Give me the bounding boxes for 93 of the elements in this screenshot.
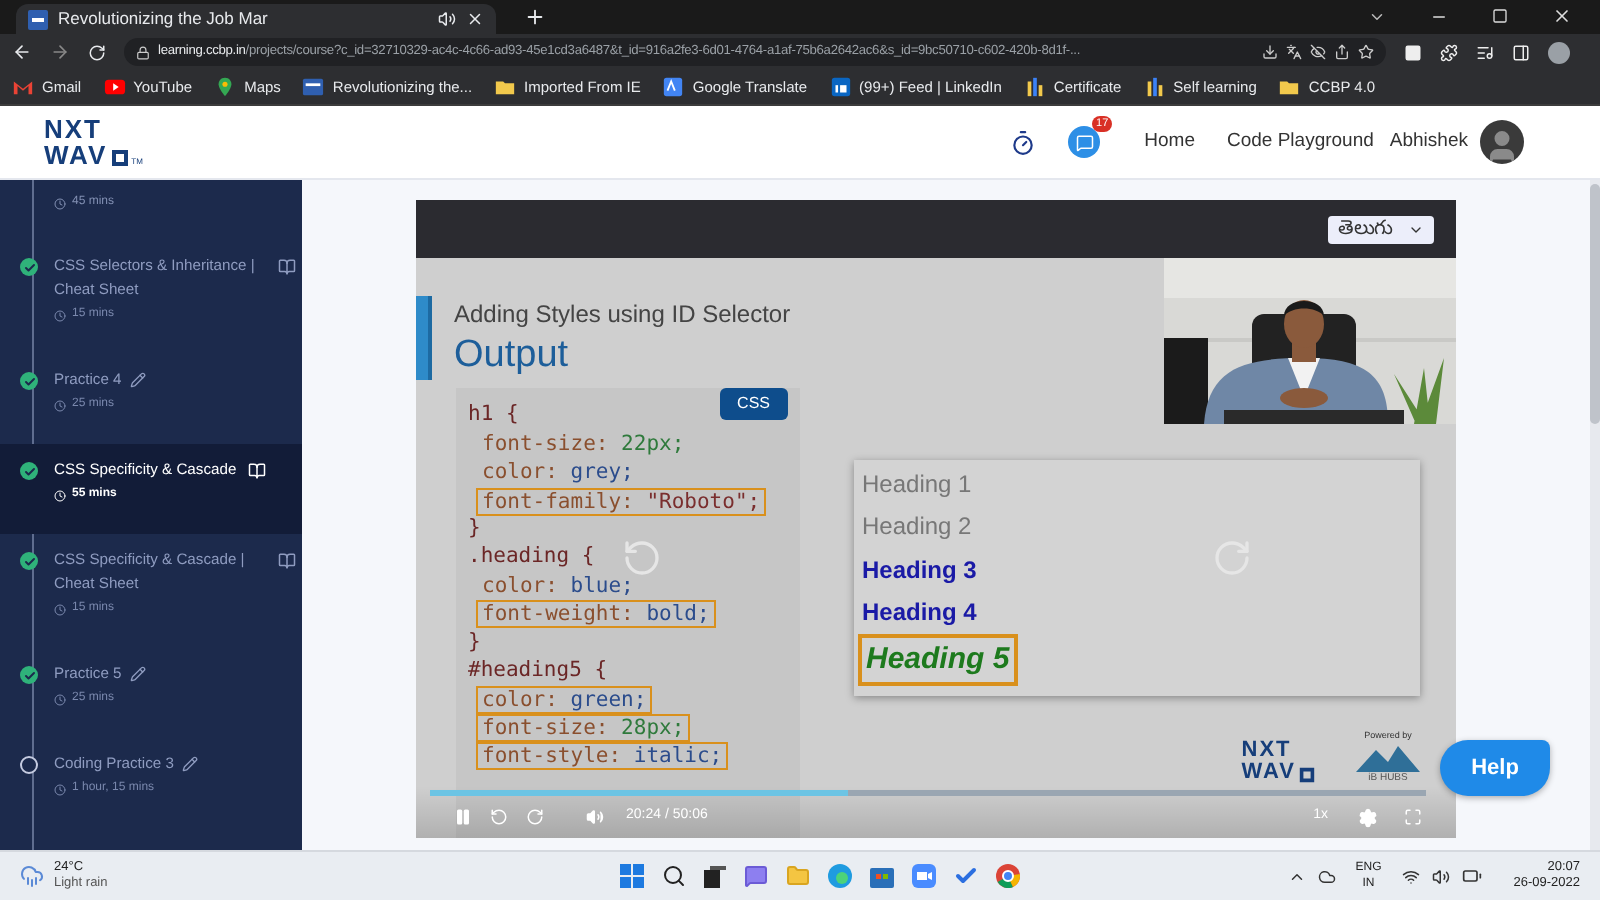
media-icon[interactable] xyxy=(1476,43,1494,61)
code-line: color: grey; xyxy=(480,458,636,487)
linkedin-icon xyxy=(829,76,852,98)
bar-chart-icon xyxy=(1023,76,1046,98)
code-line: h1 { xyxy=(468,400,519,431)
pencil-icon xyxy=(129,372,146,388)
code-line: font-size: 22px; xyxy=(480,430,687,459)
chat-icon xyxy=(1075,133,1094,151)
mail-icon xyxy=(12,76,34,98)
speaker-icon xyxy=(438,10,456,28)
install-icon[interactable] xyxy=(1262,44,1278,60)
nav-link[interactable]: Code Playground xyxy=(1226,127,1374,157)
extensions-icon[interactable] xyxy=(1440,43,1458,61)
translate-icon xyxy=(662,76,685,98)
clock-icon xyxy=(54,693,66,705)
logo-mark-icon xyxy=(109,148,130,168)
bar-chart-icon xyxy=(1143,76,1166,98)
translate-icon[interactable] xyxy=(1286,44,1302,60)
map-pin-icon xyxy=(214,76,237,98)
nav-link[interactable]: Home xyxy=(1144,127,1195,157)
output-heading: Heading 4 xyxy=(860,596,979,631)
clock-icon xyxy=(54,489,66,501)
close-icon[interactable] xyxy=(466,10,484,28)
slide-title: Output xyxy=(454,332,571,380)
chat-button[interactable] xyxy=(1068,126,1101,158)
battery-icon[interactable] xyxy=(1461,866,1482,886)
language-select[interactable]: తెలుగు xyxy=(1328,215,1434,243)
browser-icon[interactable] xyxy=(828,864,852,888)
timer-icon[interactable] xyxy=(1010,129,1037,155)
cloud-icon[interactable] xyxy=(1317,867,1336,885)
volume-icon[interactable] xyxy=(1431,867,1450,885)
slide-subtitle: Adding Styles using ID Selector xyxy=(454,298,791,332)
lock-icon xyxy=(136,45,150,59)
logo-text: WAV xyxy=(1241,762,1296,784)
video-camera-icon[interactable] xyxy=(912,864,936,888)
weather-icon xyxy=(20,864,44,888)
user-name: Abhishek xyxy=(1389,127,1468,156)
output-heading: Heading 1 xyxy=(860,467,974,502)
tab-title: Revolutionizing the Job Mar xyxy=(58,6,270,32)
clock-icon xyxy=(54,197,66,209)
clock-icon xyxy=(54,309,66,321)
chat-icon[interactable] xyxy=(744,864,768,888)
forward-icon[interactable] xyxy=(50,42,70,62)
folder-icon xyxy=(494,76,517,98)
output-heading: Heading 5 xyxy=(858,633,1018,687)
chrome-icon[interactable] xyxy=(996,864,1020,888)
clock-icon xyxy=(54,783,66,795)
code-line: } xyxy=(468,627,481,658)
mountain-logo-icon xyxy=(1356,744,1420,772)
back-icon[interactable] xyxy=(12,42,32,62)
clock-icon xyxy=(54,603,66,615)
browser-tab[interactable]: Revolutionizing the Job Mar xyxy=(16,4,496,34)
task-view-icon[interactable] xyxy=(704,865,726,887)
logo-text: NXT xyxy=(1241,740,1294,762)
new-tab-icon[interactable] xyxy=(524,6,546,28)
user-avatar[interactable] xyxy=(1480,120,1524,164)
code-line: color: blue; xyxy=(480,572,636,601)
windows-logo-icon[interactable] xyxy=(620,864,644,888)
eye-off-icon[interactable] xyxy=(1310,44,1326,60)
extension-icon[interactable] xyxy=(1404,43,1422,61)
output-heading: Heading 3 xyxy=(860,553,979,588)
help-button[interactable]: Help xyxy=(1440,740,1550,796)
output-heading: Heading 2 xyxy=(860,510,974,545)
close-icon[interactable] xyxy=(1552,6,1572,26)
logo-text: WAV xyxy=(44,142,108,168)
reload-icon[interactable] xyxy=(88,43,106,61)
pencil-icon xyxy=(129,666,146,682)
share-icon[interactable] xyxy=(1334,44,1350,60)
folder-icon xyxy=(1278,76,1301,98)
store-icon[interactable] xyxy=(870,864,894,888)
accent-bar xyxy=(416,296,432,380)
code-line: #heading5 { xyxy=(468,655,608,686)
book-icon xyxy=(278,258,296,276)
wifi-icon[interactable] xyxy=(1401,867,1420,885)
pencil-icon xyxy=(181,756,198,772)
clock-icon xyxy=(54,399,66,411)
bookmark-star-icon[interactable] xyxy=(1358,44,1374,60)
logo-mark-icon xyxy=(1298,766,1316,784)
play-icon xyxy=(103,76,126,98)
side-panel-icon[interactable] xyxy=(1512,43,1530,61)
check-icon[interactable] xyxy=(954,864,978,888)
book-icon xyxy=(278,552,296,570)
code-line: } xyxy=(468,513,481,544)
site-icon xyxy=(28,9,48,29)
site-icon xyxy=(302,76,325,98)
maximize-icon[interactable] xyxy=(1492,8,1508,24)
search-icon[interactable] xyxy=(662,864,686,888)
logo-text: NXT xyxy=(44,116,104,142)
progress-track[interactable] xyxy=(430,790,1426,796)
profile-avatar[interactable] xyxy=(1548,41,1570,63)
book-icon xyxy=(248,462,267,480)
code-line: .heading { xyxy=(468,542,595,573)
language-badge: CSS xyxy=(719,388,788,420)
